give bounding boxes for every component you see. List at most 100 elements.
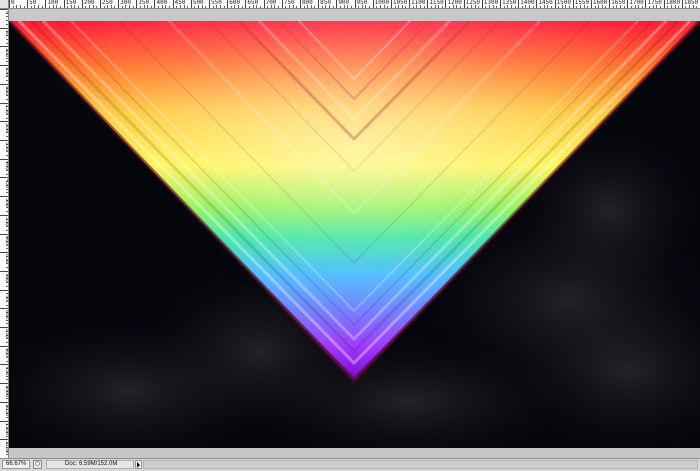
ruler-minor-tick: [6, 42, 8, 44]
ruler-minor-tick: [132, 6, 134, 8]
ruler-minor-tick: [6, 136, 8, 138]
ruler-tick-label: 1400: [520, 0, 535, 6]
ruler-minor-tick: [6, 113, 8, 115]
ruler-tick-label: 200: [4, 85, 9, 95]
ruler-major-tick: [372, 0, 374, 8]
ruler-major-tick: [154, 0, 156, 8]
ruler-tick-label: 1800: [665, 0, 681, 6]
ruler-minor-tick: [205, 6, 207, 8]
ruler-major-tick: [663, 0, 665, 8]
ruler-minor-tick: [6, 338, 8, 340]
ruler-minor-tick: [6, 435, 8, 437]
ruler-major-tick: [445, 0, 447, 8]
ruler-tick-label: 800: [4, 310, 9, 320]
ruler-minor-tick: [6, 192, 8, 194]
zoom-level-field[interactable]: 66.67%: [2, 460, 30, 469]
ruler-major-tick: [263, 0, 265, 8]
ruler-tick-label: 1600: [592, 0, 608, 6]
ruler-minor-tick: [6, 379, 8, 381]
status-menu-arrow-icon[interactable]: [135, 460, 142, 469]
ruler-tick-label: 1750: [647, 0, 662, 6]
horizontal-ruler[interactable]: 0 50 100 150 200 250 300 350 400 450 500 550 600 650 7…: [9, 0, 700, 9]
ruler-minor-tick: [6, 23, 8, 25]
ruler-tick-label: 600: [4, 235, 9, 245]
ruler-major-tick: [536, 0, 538, 8]
ruler-minor-tick: [6, 154, 8, 156]
ruler-tick-label: 850: [4, 329, 9, 339]
ruler-major-tick: [390, 0, 392, 8]
ruler-minor-tick: [6, 319, 8, 321]
ruler-tick-label: 1700: [629, 0, 644, 6]
ruler-major-tick: [0, 439, 8, 441]
ruler-major-tick: [0, 420, 8, 422]
ruler-minor-tick: [6, 285, 8, 287]
horizontal-scrollbar[interactable]: [143, 460, 698, 469]
ruler-tick-label: 850: [320, 0, 331, 6]
ruler-minor-tick: [6, 173, 8, 175]
ruler-major-tick: [0, 158, 8, 160]
ruler-major-tick: [0, 177, 8, 179]
ruler-tick-label: 800: [301, 0, 313, 6]
ruler-major-tick: [281, 0, 283, 8]
ruler-major-tick: [554, 0, 556, 8]
ruler-minor-tick: [314, 6, 316, 8]
ruler-minor-tick: [6, 151, 8, 153]
ruler-minor-tick: [6, 248, 8, 250]
ruler-tick-label: 950: [4, 366, 9, 376]
document-size-info[interactable]: Doc: 6.59M/152.0M: [46, 460, 134, 469]
ruler-minor-tick: [223, 6, 225, 8]
artwork: [9, 21, 700, 448]
ruler-major-tick: [45, 0, 47, 8]
ruler-minor-tick: [6, 454, 8, 456]
ruler-major-tick: [0, 270, 8, 272]
ruler-minor-tick: [6, 323, 8, 325]
ruler-minor-tick: [278, 6, 280, 8]
ruler-minor-tick: [259, 6, 261, 8]
ruler-tick-label: 1500: [556, 0, 571, 6]
ruler-major-tick: [99, 0, 101, 8]
ruler-major-tick: [0, 83, 8, 85]
status-preview-icon[interactable]: ○: [33, 460, 42, 469]
ruler-minor-tick: [150, 6, 152, 8]
photoshop-document-window: 0 50 100 150 200 250 300 350 400 450 500 550 600 650 7…: [0, 0, 700, 471]
ruler-minor-tick: [6, 229, 8, 231]
ruler-tick-label: 250: [101, 0, 113, 6]
ruler-tick-label: 200: [83, 0, 95, 6]
ruler-major-tick: [81, 0, 83, 8]
ruler-tick-label: 1450: [538, 0, 553, 6]
ruler-minor-tick: [350, 6, 352, 8]
ruler-minor-tick: [6, 38, 8, 40]
ruler-tick-label: 750: [283, 0, 295, 6]
ruler-tick-label: 1150: [429, 0, 444, 6]
ruler-minor-tick: [6, 207, 8, 209]
ruler-tick-label: 1050: [392, 0, 408, 6]
ruler-tick-label: 1200: [447, 0, 462, 6]
ruler-minor-tick: [6, 57, 8, 59]
ruler-minor-tick: [114, 6, 116, 8]
ruler-minor-tick: [6, 263, 8, 265]
ruler-tick-label: 600: [229, 0, 241, 6]
ruler-minor-tick: [6, 416, 8, 418]
ruler-minor-tick: [332, 6, 334, 8]
ruler-minor-tick: [6, 95, 8, 97]
ruler-tick-label: 1550: [574, 0, 590, 6]
ruler-minor-tick: [6, 188, 8, 190]
ruler-major-tick: [118, 0, 120, 8]
ruler-major-tick: [0, 289, 8, 291]
ruler-major-tick: [63, 0, 65, 8]
ruler-tick-label: 900: [4, 347, 9, 357]
ruler-major-tick: [0, 364, 8, 366]
ruler-major-tick: [209, 0, 211, 8]
ruler-major-tick: [463, 0, 465, 8]
ruler-minor-tick: [6, 304, 8, 306]
document-canvas[interactable]: [9, 21, 700, 448]
ruler-minor-tick: [6, 61, 8, 63]
ruler-tick-label: 550: [4, 216, 9, 226]
ruler-tick-label: 0: [11, 0, 15, 6]
ruler-tick-label: 750: [4, 291, 9, 301]
ruler-minor-tick: [6, 356, 8, 358]
ruler-tick-label: 450: [174, 0, 186, 6]
ruler-origin-corner[interactable]: [0, 0, 9, 9]
vertical-ruler[interactable]: 0 50 100 150 200 250 300 350 400 450 500 550 600 650 7…: [0, 9, 9, 458]
ruler-tick-label: 700: [4, 272, 9, 282]
